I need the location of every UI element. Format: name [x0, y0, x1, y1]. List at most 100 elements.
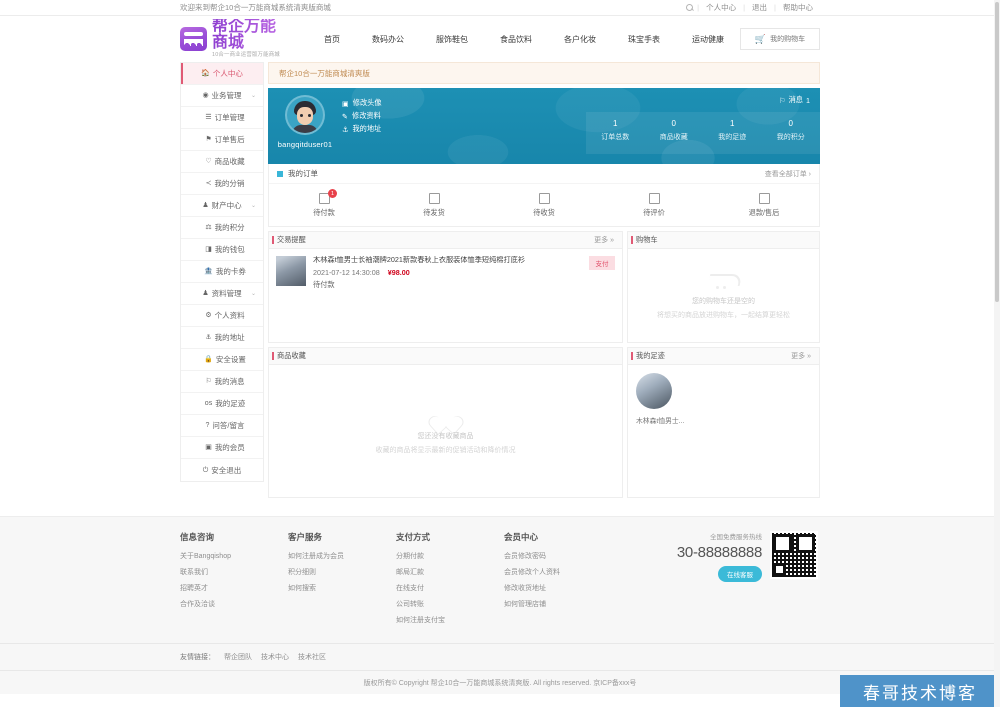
message-indicator[interactable]: ⚐ 消息 1: [779, 88, 820, 105]
footer-column-service: 客户服务 如何注册成为会员 积分细则 如何搜索: [288, 531, 396, 631]
sidebar-item-business-management[interactable]: ◉ 业务管理 ⌄: [181, 85, 263, 107]
order-tab-refund[interactable]: 退款/售后: [709, 184, 819, 226]
footer-link[interactable]: 会员修改个人资料: [504, 567, 612, 577]
trade-item-title: 木林森t恤男士长袖潮牌2021新款春秋上衣服装体恤季短纯棉打底衫: [313, 256, 526, 264]
sidebar-item-label: 安全设置: [215, 355, 246, 364]
top-link-user-center[interactable]: 个人中心: [699, 2, 743, 13]
sidebar-item-coupons[interactable]: 🏦 我的卡券: [181, 261, 263, 283]
search-icon[interactable]: [686, 4, 694, 11]
sidebar-item-address[interactable]: ⚓ 我的地址: [181, 327, 263, 349]
order-tab-unreviewed[interactable]: 待评价: [599, 184, 709, 226]
sidebar-item-footprints[interactable]: os 我的足迹: [181, 393, 263, 415]
favorites-panel: 商品收藏 您还没有收藏商品 收藏的商品将显示最新的促销活动和降价情况: [268, 347, 623, 498]
sidebar-item-membership[interactable]: ▣ 我的会员: [181, 437, 263, 459]
sidebar-item-qa[interactable]: ? 问答/留言: [181, 415, 263, 437]
product-thumbnail[interactable]: [276, 256, 306, 286]
footer-column-title: 会员中心: [504, 532, 539, 542]
footer-link[interactable]: 会员修改密码: [504, 551, 612, 561]
footer-link[interactable]: 招聘英才: [180, 583, 288, 593]
sidebar-item-property-center[interactable]: ♟ 财产中心 ⌄: [181, 195, 263, 217]
my-address-link[interactable]: ⚓ 我的地址: [342, 124, 382, 134]
friend-link[interactable]: 帮企团队: [224, 652, 252, 662]
footprint-thumbnail[interactable]: [636, 373, 672, 409]
page-scrollbar[interactable]: [994, 0, 1000, 707]
my-orders-title: 我的订单: [288, 169, 318, 178]
sidebar-item-points[interactable]: ⚖ 我的积分: [181, 217, 263, 239]
nav-item-food[interactable]: 食品饮料: [484, 34, 548, 45]
top-link-logout[interactable]: 退出: [745, 2, 774, 13]
footer-link[interactable]: 如何管理店铺: [504, 599, 612, 609]
footer-link[interactable]: 如何搜索: [288, 583, 396, 593]
nav-item-jewelry[interactable]: 珠宝手表: [612, 34, 676, 45]
sidebar-item-personal-center[interactable]: 🏠 个人中心: [181, 63, 263, 85]
nav-item-sports[interactable]: 运动健康: [676, 34, 740, 45]
trade-reminder-more-link[interactable]: 更多 »: [594, 235, 614, 245]
footer-link[interactable]: 联系我们: [180, 567, 288, 577]
sidebar-item-label: 我的地址: [214, 333, 245, 342]
sidebar-item-label: 我的积分: [214, 223, 245, 232]
footprint-item[interactable]: 木林森t恤男士...: [636, 373, 811, 425]
pencil-icon: [648, 192, 660, 204]
trade-item[interactable]: 木林森t恤男士长袖潮牌2021新款春秋上衣服装体恤季短纯棉打底衫 2021-07…: [276, 256, 615, 290]
nav-item-apparel[interactable]: 服饰鞋包: [420, 34, 484, 45]
sidebar-item-after-sales[interactable]: ⚑ 订单售后: [181, 129, 263, 151]
edit-profile-link[interactable]: ✎ 修改资料: [342, 111, 382, 121]
view-all-orders-link[interactable]: 查看全部订单 ›: [765, 169, 811, 179]
sidebar-item-security[interactable]: 🔒 安全设置: [181, 349, 263, 371]
sidebar-item-messages[interactable]: ⚐ 我的消息: [181, 371, 263, 393]
sidebar-item-label: 问答/留言: [212, 421, 245, 430]
stat-total-orders[interactable]: 1 订单总数: [586, 112, 645, 154]
sidebar-item-profile-management[interactable]: ♟ 资料管理 ⌄: [181, 283, 263, 305]
order-tab-unshipped[interactable]: 待发货: [379, 184, 489, 226]
footprints-more-link[interactable]: 更多 »: [791, 351, 811, 361]
footer-link[interactable]: 关于Bangqishop: [180, 551, 288, 561]
online-service-button[interactable]: 在线客服: [718, 566, 762, 582]
nav-item-cosmetics[interactable]: 各户化妆: [548, 34, 612, 45]
sidebar-item-label: 财产中心: [211, 201, 242, 210]
sidebar-item-order-management[interactable]: ☰ 订单管理: [181, 107, 263, 129]
trade-reminder-panel: 交易提醒 更多 » 木林森t恤男士长袖潮牌2021新款春秋上衣服装体恤季短纯棉打…: [268, 231, 623, 343]
sidebar-item-label: 资料管理: [211, 289, 242, 298]
footer-link[interactable]: 如何注册成为会员: [288, 551, 396, 561]
cart-button[interactable]: 🛒 我的购物车: [740, 28, 820, 50]
site-logo[interactable]: 帮企万能商城 10合一商业运营版万能商城: [180, 19, 290, 58]
footer-link[interactable]: 合作及洽谈: [180, 599, 288, 609]
sidebar-item-favorites[interactable]: ♡ 商品收藏: [181, 151, 263, 173]
footer-link[interactable]: 积分细则: [288, 567, 396, 577]
scrollbar-thumb[interactable]: [995, 2, 999, 302]
footer-link[interactable]: 如何注册支付宝: [396, 615, 504, 625]
sidebar-item-label: 个人资料: [214, 311, 245, 320]
footer-link[interactable]: 修改收货地址: [504, 583, 612, 593]
sidebar-item-wallet[interactable]: ◨ 我的钱包: [181, 239, 263, 261]
stat-favorites[interactable]: 0 商品收藏: [645, 112, 704, 154]
footer-link[interactable]: 公司转账: [396, 599, 504, 609]
favorites-empty-line2: 收藏的商品将显示最新的促销活动和降价情况: [375, 447, 516, 454]
footer-link[interactable]: 分期付款: [396, 551, 504, 561]
order-tab-unreceived[interactable]: 待收货: [489, 184, 599, 226]
footer-link[interactable]: 在线支付: [396, 583, 504, 593]
sidebar-item-distribution[interactable]: ≺ 我的分销: [181, 173, 263, 195]
order-tab-unpaid[interactable]: 1 待付款: [269, 184, 379, 226]
top-link-help[interactable]: 帮助中心: [776, 2, 820, 13]
pay-button[interactable]: 支付: [589, 256, 615, 270]
nav-item-home[interactable]: 首页: [308, 34, 356, 45]
sidebar-item-logout[interactable]: ⏻ 安全退出: [181, 459, 263, 481]
order-tab-label: 待发货: [423, 207, 445, 217]
friend-link[interactable]: 技术社区: [298, 652, 326, 662]
friend-link[interactable]: 技术中心: [261, 652, 289, 662]
stat-footprints[interactable]: 1 我的足迹: [703, 112, 762, 154]
favorites-empty-state: 您还没有收藏商品 收藏的商品将显示最新的促销活动和降价情况: [269, 365, 622, 497]
sidebar-item-label: 商品收藏: [214, 157, 245, 166]
wallet-icon: ♟: [202, 202, 209, 209]
change-avatar-link[interactable]: ▣ 修改头像: [342, 98, 382, 108]
square-icon: [277, 170, 283, 177]
sidebar-item-label: 业务管理: [211, 91, 242, 100]
share-icon: ≺: [205, 180, 212, 187]
sidebar-item-personal-info[interactable]: ⚙ 个人资料: [181, 305, 263, 327]
footer-link[interactable]: 邮局汇款: [396, 567, 504, 577]
cart-panel: 购物车 您的购物车还是空的 将想买的商品放进购物车，一起结算更轻松: [627, 231, 820, 343]
unpaid-badge: 1: [328, 189, 337, 198]
stat-points[interactable]: 0 我的积分: [762, 112, 821, 154]
avatar[interactable]: [285, 95, 325, 135]
nav-item-digital[interactable]: 数码办公: [356, 34, 420, 45]
